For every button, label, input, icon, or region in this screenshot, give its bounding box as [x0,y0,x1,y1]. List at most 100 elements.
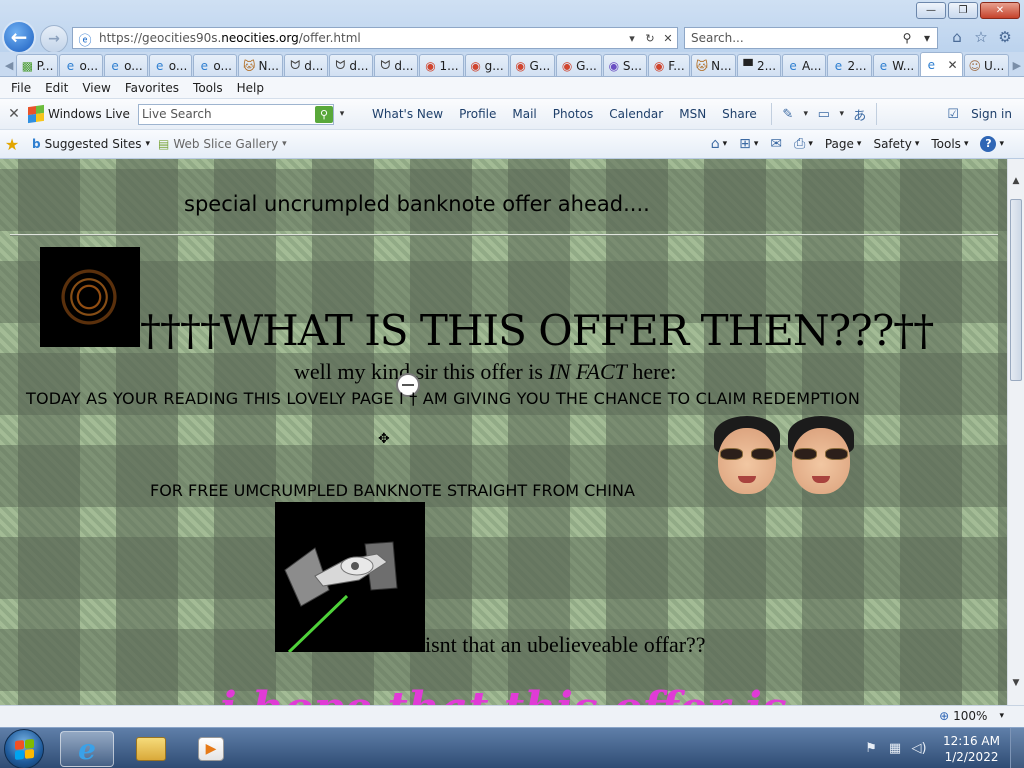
bird-icon: ᗢ [335,58,346,72]
zoom-control[interactable]: ⊕ 100% ▾ [939,709,1004,723]
tab[interactable]: ᗢ d... [329,54,374,76]
link-calendar[interactable]: Calendar [601,107,671,121]
live-search-input[interactable]: Live Search [142,107,315,121]
menu-favorites[interactable]: Favorites [118,81,186,95]
scroll-down-icon[interactable]: ▼ [1008,675,1024,691]
minimize-button[interactable]: — [916,2,946,19]
tab-scroll-left-icon[interactable]: ◀ [2,54,16,76]
tab[interactable]: ☺ U... [963,54,1009,76]
blog-icon[interactable]: ✎ [778,107,798,122]
translate-icon[interactable]: あ [850,105,870,124]
restore-button[interactable]: ❐ [948,2,978,19]
link-profile[interactable]: Profile [451,107,504,121]
search-dropdown-icon[interactable]: ▾ [917,31,937,45]
address-url[interactable]: https://geocities90s.neocities.org/offer… [99,31,623,45]
search-input[interactable]: Search... [691,31,897,45]
taskbar-internet-explorer[interactable]: e [60,731,114,767]
action-center-flag-icon[interactable]: ⚑ [863,741,879,756]
volume-icon[interactable]: ◁) [911,741,927,756]
address-dropdown-icon[interactable]: ▾ [623,32,641,45]
close-tab-icon[interactable]: ✕ [947,58,957,72]
tab[interactable]: e ✕ [920,52,963,76]
favorites-star-icon[interactable]: ☆ [972,28,990,46]
show-desktop-button[interactable] [1010,728,1024,768]
tab[interactable]: ◉ g... [464,54,509,76]
tab[interactable]: ᗢ d... [284,54,329,76]
toolbar-separator [875,103,877,125]
live-search-go-icon[interactable]: ⚲ [315,105,333,123]
page-viewport[interactable]: special uncrumpled banknote offer ahead.… [0,159,1007,705]
read-mail-command[interactable]: ✉ [766,136,786,152]
tab[interactable]: ◉ F... [647,54,690,76]
tools-menu[interactable]: Tools ▾ [927,137,972,151]
link-whats-new[interactable]: What's New [364,107,451,121]
home-icon[interactable]: ⌂ [948,28,966,46]
back-button[interactable]: ← [2,20,36,54]
feeds-command[interactable]: ⊞ ▾ [735,136,762,152]
window-icon[interactable]: ▭ [814,107,834,122]
tab[interactable]: ◉ G... [509,54,556,76]
favorites-star-icon[interactable]: ★ [0,135,24,154]
tab[interactable]: e o... [104,54,148,76]
clock[interactable]: 12:16 AM 1/2/2022 [943,733,1000,765]
tab[interactable]: e o... [59,54,104,76]
tab[interactable]: ◉ S... [602,54,647,76]
page-menu[interactable]: Page ▾ [821,137,866,151]
safety-menu[interactable]: Safety ▾ [869,137,923,151]
chevron-down-icon: ▾ [282,139,287,149]
tab-scroll-right-icon[interactable]: ▶ [1010,54,1024,76]
taskbar-media-player[interactable]: ▶ [184,731,238,767]
vertical-scrollbar[interactable]: ▲ ▼ [1007,159,1024,705]
close-toolbar-icon[interactable]: ✕ [0,106,28,122]
menu-help[interactable]: Help [230,81,271,95]
start-button[interactable] [4,729,44,768]
tab[interactable]: 🐱 N... [237,54,284,76]
link-share[interactable]: Share [714,107,765,121]
live-search-box[interactable]: Live Search ⚲ [138,103,334,125]
address-bar[interactable]: ⓔ https://geocities90s.neocities.org/off… [72,27,678,49]
tab[interactable]: ᗢ d... [374,54,419,76]
taskbar-explorer[interactable] [124,731,178,767]
tab[interactable]: e A... [782,54,827,76]
tab[interactable]: ◉ G... [556,54,602,76]
network-icon[interactable]: ▦ [887,741,903,756]
scrollbar-thumb[interactable] [1010,199,1022,381]
link-msn[interactable]: MSN [671,107,714,121]
menu-view[interactable]: View [75,81,117,95]
suggested-sites[interactable]: b Suggested Sites ▾ [32,137,150,151]
search-box[interactable]: Search... ⚲ ▾ [684,27,938,49]
menu-edit[interactable]: Edit [38,81,75,95]
web-slice-gallery[interactable]: ▤ Web Slice Gallery ▾ [158,137,287,151]
gear-icon[interactable]: ⚙ [996,28,1014,46]
live-search-dropdown-icon[interactable]: ▾ [334,109,350,119]
home-command[interactable]: ⌂ ▾ [707,136,731,152]
ie-page-icon: e [834,58,843,73]
sign-in[interactable]: ☑ Sign in [943,107,1024,122]
tab[interactable]: ◉ 1... [419,54,464,76]
tab[interactable]: 🐱 N... [690,54,736,76]
tab[interactable]: e W... [872,54,920,76]
search-icon[interactable]: ⚲ [897,31,917,45]
tab[interactable]: ▀ 2... [736,54,782,76]
blog-dropdown-icon[interactable]: ▾ [798,109,814,119]
windows-live-brand[interactable]: Windows Live [28,104,134,124]
scroll-up-icon[interactable]: ▲ [1008,173,1024,189]
refresh-icon[interactable]: ↻ [641,32,659,45]
tab[interactable]: e 2... [827,54,872,76]
link-mail[interactable]: Mail [504,107,544,121]
menu-tools[interactable]: Tools [186,81,230,95]
chrome-icon: ◉ [515,58,526,73]
tab[interactable]: ▩ P... [16,54,59,76]
help-menu[interactable]: ? ▾ [976,136,1008,152]
forward-button[interactable]: → [40,25,68,53]
window-dropdown-icon[interactable]: ▾ [834,109,850,119]
close-button[interactable]: ✕ [980,2,1020,19]
page-content: special uncrumpled banknote offer ahead.… [0,159,1007,705]
print-command[interactable]: ⎙ ▾ [790,136,817,152]
menu-file[interactable]: File [4,81,38,95]
face-image [786,414,856,498]
tab[interactable]: e o... [193,54,237,76]
tab[interactable]: e o... [148,54,193,76]
stop-icon[interactable]: ✕ [659,32,677,45]
link-photos[interactable]: Photos [545,107,601,121]
